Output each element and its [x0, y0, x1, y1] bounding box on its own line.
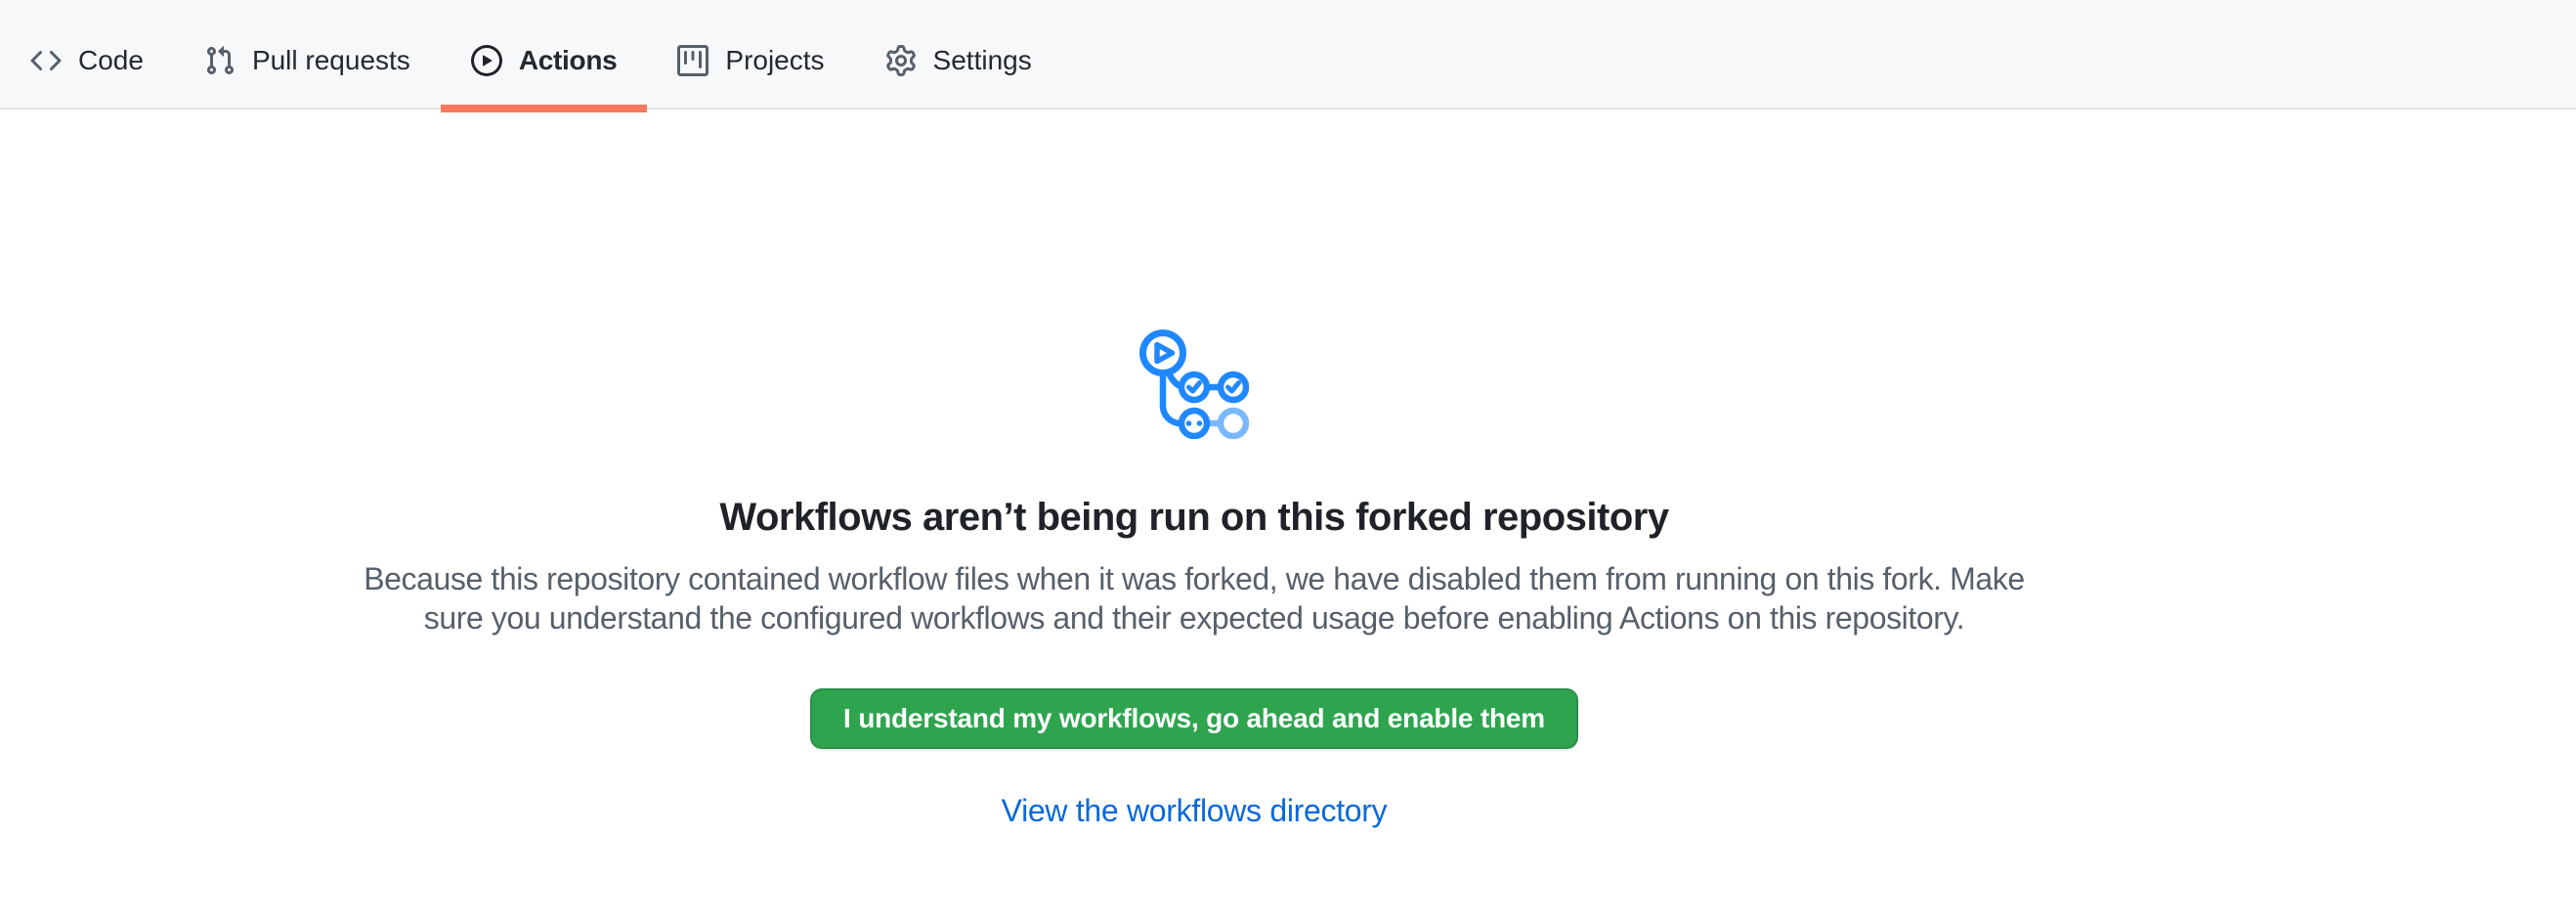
tab-code-label: Code: [78, 45, 144, 76]
tab-pull-requests-label: Pull requests: [252, 45, 410, 76]
code-icon: [30, 45, 62, 76]
description-line-1: Because this repository contained workfl…: [354, 559, 2035, 598]
tab-projects-label: Projects: [725, 45, 824, 76]
tab-actions-label: Actions: [519, 45, 618, 76]
tab-projects[interactable]: Projects: [647, 0, 854, 108]
play-icon: [471, 45, 502, 76]
tab-code[interactable]: Code: [0, 0, 174, 108]
enable-workflows-button[interactable]: I understand my workflows, go ahead and …: [810, 688, 1578, 749]
project-icon: [677, 45, 708, 76]
repo-tab-navigation: Code Pull requests Actions Projects Sett…: [0, 0, 2576, 110]
git-pull-request-icon: [204, 45, 236, 76]
description-line-2: sure you understand the configured workf…: [354, 598, 2035, 637]
tab-settings[interactable]: Settings: [855, 0, 1062, 108]
page-title: Workflows aren’t being run on this forke…: [354, 495, 2035, 540]
gear-icon: [885, 45, 917, 76]
tab-pull-requests[interactable]: Pull requests: [174, 0, 441, 108]
tab-actions[interactable]: Actions: [441, 0, 648, 108]
blankslate: Workflows aren’t being run on this forke…: [354, 110, 2035, 827]
view-workflows-directory-link[interactable]: View the workflows directory: [1002, 793, 1388, 828]
actions-disabled-page: Workflows aren’t being run on this forke…: [0, 110, 2576, 827]
tab-settings-label: Settings: [933, 45, 1032, 76]
page-description: Because this repository contained workfl…: [354, 559, 2035, 637]
actions-workflow-icon: [1139, 330, 1249, 439]
